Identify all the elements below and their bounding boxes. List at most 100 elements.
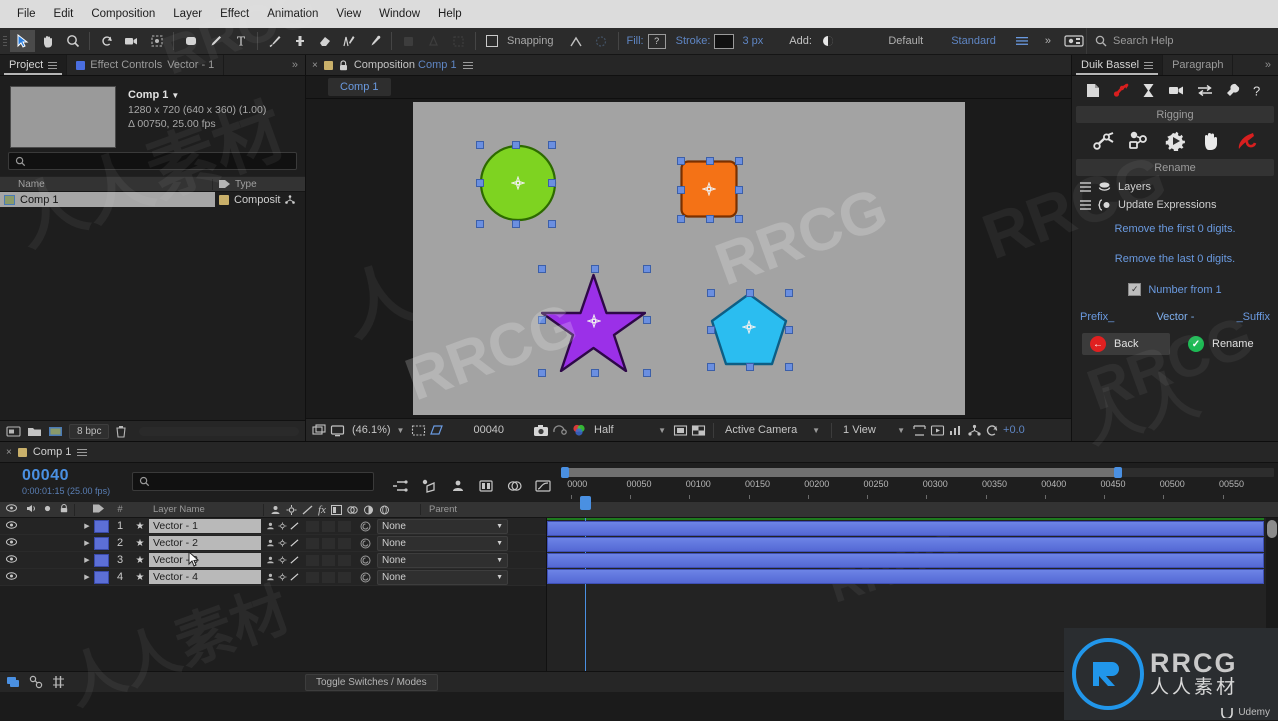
layer-visibility-toggle[interactable]	[0, 537, 22, 549]
col-parent[interactable]: Parent	[420, 504, 1278, 515]
parent-dropdown[interactable]: None ▼	[377, 518, 508, 534]
number-from-checkbox[interactable]: ✓	[1128, 283, 1142, 296]
workspace-standard[interactable]: Standard	[937, 35, 1010, 47]
panel-menu-icon[interactable]	[48, 61, 58, 69]
timecode-display[interactable]: 00040 0:00:01:15 (25.00 fps)	[0, 463, 132, 501]
new-composition-icon[interactable]	[48, 425, 63, 438]
show-snapshot-icon[interactable]	[552, 424, 568, 437]
workspace-default[interactable]: Default	[874, 35, 937, 47]
snapping-checkbox[interactable]	[486, 35, 498, 47]
search-help-field[interactable]: Search Help	[1086, 28, 1278, 54]
snapping-extra-icon[interactable]	[589, 30, 614, 52]
rename-button[interactable]: ✓ Rename	[1180, 333, 1268, 355]
col-layer-name[interactable]: Layer Name	[149, 504, 263, 515]
col-solo-icon[interactable]	[40, 504, 54, 515]
stroke-swatch[interactable]	[714, 33, 735, 49]
layer-name[interactable]: Vector - 3	[149, 553, 261, 567]
camera-tool[interactable]	[119, 30, 144, 52]
links-constraints-icon[interactable]	[1129, 131, 1151, 151]
tab-effect-controls[interactable]: Effect Controls Vector - 1	[67, 55, 225, 75]
prefix-field[interactable]: Prefix_	[1080, 311, 1114, 323]
layer-parent-cell[interactable]: None ▼	[354, 552, 508, 568]
selection-handle[interactable]	[537, 369, 546, 377]
col-lock-icon[interactable]	[54, 503, 74, 516]
composition-viewer[interactable]: 人人素材	[306, 99, 1071, 418]
snapping-angle-icon[interactable]	[564, 30, 589, 52]
selection-handle[interactable]	[547, 179, 556, 187]
parent-dropdown[interactable]: None ▼	[377, 552, 508, 568]
subtab-comp1[interactable]: Comp 1	[328, 78, 391, 96]
workspace-menu-icon[interactable]	[1010, 30, 1035, 52]
selection-handle[interactable]	[537, 265, 546, 273]
table-row[interactable]: ▶ 1 ★ Vector - 1 None ▼	[0, 518, 546, 535]
region-of-interest-icon[interactable]	[429, 424, 444, 437]
layer-name[interactable]: Vector - 1	[149, 519, 261, 533]
anchor-point-icon-4[interactable]	[741, 320, 756, 334]
resolution-dropdown[interactable]: Half ▼	[590, 424, 670, 436]
pen-tool[interactable]	[203, 30, 228, 52]
drag-handle-icon[interactable]	[1080, 182, 1091, 192]
layer-parent-cell[interactable]: None ▼	[354, 518, 508, 534]
layer-expand-arrow[interactable]: ▶	[80, 522, 94, 530]
layer-duration-bar[interactable]	[547, 537, 1264, 552]
layer-visibility-toggle[interactable]	[0, 571, 22, 583]
delete-icon[interactable]	[115, 425, 127, 438]
zoom-tool[interactable]	[60, 30, 85, 52]
animation-icon[interactable]	[1142, 83, 1155, 98]
layer-visibility-toggle[interactable]	[0, 520, 22, 532]
tab-duik-bassel[interactable]: Duik Bassel	[1072, 55, 1164, 75]
layer-switches[interactable]	[261, 520, 354, 532]
stroke-label[interactable]: Stroke:	[676, 35, 711, 47]
selection-handle[interactable]	[705, 215, 714, 223]
view-layout-dropdown[interactable]: 1 View ▼	[839, 424, 909, 436]
selection-handle[interactable]	[475, 179, 484, 187]
menu-help[interactable]: Help	[429, 0, 471, 28]
timeline-search-input[interactable]	[132, 472, 374, 491]
column-type[interactable]: Type	[212, 178, 305, 190]
project-row-comp1[interactable]: Comp 1 Composit	[0, 192, 305, 207]
remove-first-digits-line[interactable]: Remove the first 0 digits.	[1072, 223, 1278, 235]
work-area-start-handle[interactable]	[561, 467, 569, 478]
close-icon[interactable]: ×	[6, 447, 12, 458]
hand-tool[interactable]	[35, 30, 60, 52]
fill-label[interactable]: Fill:	[627, 35, 644, 47]
composition-panel-menu-icon[interactable]	[462, 61, 473, 69]
layer-parent-cell[interactable]: None ▼	[354, 569, 508, 585]
selection-handle[interactable]	[475, 141, 484, 149]
automation-icon[interactable]	[1165, 131, 1187, 151]
selection-handle[interactable]	[705, 157, 714, 165]
layer-color-swatch[interactable]	[94, 570, 109, 584]
add-menu-icon[interactable]	[816, 30, 841, 52]
layer-switches[interactable]	[261, 537, 354, 549]
duik-panel-menu-icon[interactable]	[1144, 61, 1154, 69]
column-name[interactable]: Name	[0, 179, 212, 190]
tab-paragraph[interactable]: Paragraph	[1163, 55, 1234, 75]
duik-tabs-overflow[interactable]: »	[1258, 55, 1278, 75]
selection-tool[interactable]	[10, 30, 35, 52]
layer-name[interactable]: Vector - 4	[149, 570, 261, 584]
selection-handle[interactable]	[475, 220, 484, 228]
layer-duration-bar[interactable]	[547, 521, 1264, 536]
work-area-end-handle[interactable]	[1113, 467, 1122, 478]
selection-handle[interactable]	[676, 215, 685, 223]
grid-guides-icon[interactable]	[411, 424, 426, 437]
work-area-bar[interactable]	[561, 467, 1274, 478]
help-icon[interactable]: ?	[1252, 83, 1263, 98]
name-field[interactable]: Vector -	[1156, 311, 1194, 323]
transparency-grid-icon[interactable]	[691, 424, 706, 437]
remove-last-digits-line[interactable]: Remove the last 0 digits.	[1072, 253, 1278, 265]
graph-editor-icon[interactable]	[535, 479, 551, 493]
anchor-point-icon-2[interactable]	[701, 182, 716, 196]
main-view-icon[interactable]	[330, 424, 345, 437]
parent-dropdown[interactable]: None ▼	[377, 569, 508, 585]
fill-swatch[interactable]: ?	[647, 33, 666, 49]
layer-visibility-toggle[interactable]	[0, 554, 22, 566]
bit-depth-button[interactable]: 8 bpc	[69, 423, 110, 439]
selection-handle[interactable]	[676, 157, 685, 165]
structure-icon[interactable]	[1093, 131, 1115, 151]
camera-view-dropdown[interactable]: Active Camera ▼	[721, 424, 824, 436]
table-row[interactable]: ▶ 3 ★ Vector - 3 None ▼	[0, 550, 546, 569]
selection-handle[interactable]	[547, 220, 556, 228]
number-from-checkbox-row[interactable]: ✓ Number from 1	[1072, 283, 1278, 296]
selection-handle[interactable]	[706, 363, 715, 371]
